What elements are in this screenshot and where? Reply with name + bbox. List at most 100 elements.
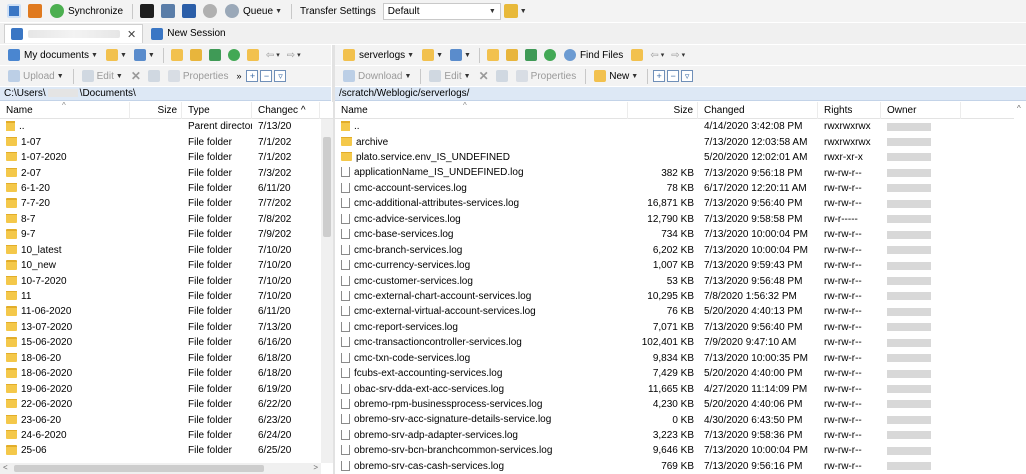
table-row[interactable]: cmc-transactioncontroller-services.log 10…: [335, 335, 1026, 350]
right-unselect-button[interactable]: −: [667, 70, 680, 82]
scroll-left-icon[interactable]: <: [3, 463, 8, 472]
table-row[interactable]: cmc-currency-services.log 1,007 KB 7/13/20…: [335, 258, 1026, 273]
table-row[interactable]: applicationName_IS_UNDEFINED.log 382 KB 7/…: [335, 165, 1026, 180]
right-col-rights[interactable]: Rights: [818, 102, 881, 119]
left-rename-button[interactable]: [145, 67, 163, 85]
table-row[interactable]: 23-06-20 File folder 6/23/20: [0, 412, 333, 427]
table-row[interactable]: .. 4/14/2020 3:42:08 PM rwxrwxrwx: [335, 119, 1026, 134]
table-row[interactable]: 18-06-2020 File folder 6/18/20: [0, 366, 333, 381]
table-row[interactable]: 25-06 File folder 6/25/20: [0, 443, 333, 458]
table-row[interactable]: cmc-customer-services.log 53 KB 7/13/2020 …: [335, 273, 1026, 288]
table-row[interactable]: obremo-srv-adp-adapter-services.log 3,223…: [335, 428, 1026, 443]
left-more-toolbar-chevron[interactable]: »: [233, 67, 244, 85]
right-col-owner[interactable]: Owner: [881, 102, 961, 119]
table-row[interactable]: 10_latest File folder 7/10/20: [0, 243, 333, 258]
table-row[interactable]: 9-7 File folder 7/9/202: [0, 227, 333, 242]
right-location-select[interactable]: serverlogs ▼: [339, 46, 418, 64]
right-rename-button[interactable]: [493, 67, 511, 85]
table-row[interactable]: obremo-srv-acc-signature-details-service…: [335, 412, 1026, 427]
left-filter-button[interactable]: ▼: [131, 46, 158, 64]
left-edit-button[interactable]: Edit ▼: [78, 67, 127, 85]
right-edit-button[interactable]: Edit ▼: [425, 67, 474, 85]
table-row[interactable]: archive 7/13/2020 12:03:58 AM rwxrwxrwx: [335, 134, 1026, 149]
right-col-size[interactable]: Size: [628, 102, 698, 119]
tab-current-session[interactable]: ✕: [4, 24, 144, 43]
right-properties-button[interactable]: Properties: [512, 67, 581, 85]
right-open-folder-button[interactable]: ▼: [419, 46, 446, 64]
table-row[interactable]: cmc-base-services.log 734 KB 7/13/2020 10:…: [335, 227, 1026, 242]
table-row[interactable]: 13-07-2020 File folder 7/13/20: [0, 320, 333, 335]
synchronize-browsing-button[interactable]: [25, 2, 45, 20]
table-row[interactable]: 10_new File folder 7/10/20: [0, 258, 333, 273]
table-row[interactable]: obremo-srv-cas-cash-services.log 769 KB 7/…: [335, 459, 1026, 474]
find-files-button[interactable]: Find Files: [560, 46, 627, 64]
table-row[interactable]: 2-07 File folder 7/3/202: [0, 165, 333, 180]
left-col-changed[interactable]: Changec ^: [252, 102, 320, 119]
left-parent-dir-button[interactable]: [168, 46, 186, 64]
table-row[interactable]: 11 File folder 7/10/20: [0, 289, 333, 304]
right-forward-button[interactable]: ⇨ ▾: [668, 46, 688, 64]
table-row[interactable]: 11-06-2020 File folder 6/11/20: [0, 304, 333, 319]
scroll-up-icon[interactable]: ^: [1017, 104, 1021, 113]
left-home-button[interactable]: [206, 46, 224, 64]
table-row[interactable]: plato.service.env_IS_UNDEFINED 5/20/2020 …: [335, 150, 1026, 165]
table-row[interactable]: 24-6-2020 File folder 6/24/20: [0, 428, 333, 443]
right-refresh-button[interactable]: [541, 46, 559, 64]
right-path-bar[interactable]: /scratch/Weblogic/serverlogs/: [335, 87, 1026, 101]
table-row[interactable]: cmc-advice-services.log 12,790 KB 7/13/202…: [335, 212, 1026, 227]
upload-button[interactable]: Upload ▼: [4, 67, 68, 85]
left-path-bar[interactable]: C:\Users\ \Documents\: [0, 87, 331, 101]
right-back-button[interactable]: ⇦ ▾: [647, 46, 667, 64]
table-row[interactable]: 19-06-2020 File folder 6/19/20: [0, 381, 333, 396]
left-back-button[interactable]: ⇦ ▾: [263, 46, 283, 64]
right-tree-button[interactable]: [628, 46, 646, 64]
left-properties-button[interactable]: Properties: [164, 67, 233, 85]
table-row[interactable]: cmc-external-chart-account-services.log 1…: [335, 289, 1026, 304]
table-row[interactable]: cmc-txn-code-services.log 9,834 KB 7/13/20…: [335, 351, 1026, 366]
right-vertical-scrollbar[interactable]: ^: [1014, 102, 1026, 474]
right-home-button[interactable]: [522, 46, 540, 64]
compare-directories-button[interactable]: [4, 2, 24, 20]
table-row[interactable]: fcubs-ext-accounting-services.log 7,429 K…: [335, 366, 1026, 381]
table-row[interactable]: cmc-branch-services.log 6,202 KB 7/13/2020…: [335, 243, 1026, 258]
table-row[interactable]: cmc-report-services.log 7,071 KB 7/13/2020…: [335, 320, 1026, 335]
left-horizontal-scrollbar[interactable]: < >: [0, 463, 321, 474]
left-root-dir-button[interactable]: [187, 46, 205, 64]
new-button[interactable]: New ▼: [590, 67, 642, 85]
right-select-all-button[interactable]: +: [653, 70, 666, 82]
right-col-name[interactable]: Name: [335, 102, 628, 119]
left-location-select[interactable]: My documents ▼: [4, 46, 102, 64]
scroll-thumb[interactable]: [323, 137, 331, 237]
transfer-settings-select[interactable]: Default ▼: [382, 2, 501, 20]
table-row[interactable]: 1-07 File folder 7/1/202: [0, 134, 333, 149]
putty-button[interactable]: [158, 2, 178, 20]
console-button[interactable]: [137, 2, 157, 20]
left-delete-button[interactable]: ✕: [128, 67, 144, 85]
table-row[interactable]: 22-06-2020 File folder 6/22/20: [0, 397, 333, 412]
left-forward-button[interactable]: ⇨ ▾: [284, 46, 304, 64]
table-row[interactable]: .. Parent directory 7/13/20: [0, 119, 333, 134]
download-button[interactable]: Download ▼: [339, 67, 415, 85]
table-row[interactable]: 6-1-20 File folder 6/11/20: [0, 181, 333, 196]
table-row[interactable]: cmc-external-virtual-account-services.lo…: [335, 304, 1026, 319]
left-tree-button[interactable]: [244, 46, 262, 64]
table-row[interactable]: cmc-additional-attributes-services.log 16…: [335, 196, 1026, 211]
scroll-right-icon[interactable]: >: [313, 463, 318, 472]
left-refresh-button[interactable]: [225, 46, 243, 64]
left-unselect-button[interactable]: −: [260, 70, 273, 82]
tab-new-session[interactable]: New Session: [145, 24, 231, 43]
right-delete-button[interactable]: ✕: [476, 67, 492, 85]
right-col-changed[interactable]: Changed: [698, 102, 818, 119]
preferences-button[interactable]: [200, 2, 220, 20]
table-row[interactable]: obac-srv-dda-ext-acc-services.log 11,665 …: [335, 381, 1026, 396]
right-parent-dir-button[interactable]: [484, 46, 502, 64]
table-row[interactable]: 18-06-20 File folder 6/18/20: [0, 351, 333, 366]
table-row[interactable]: obremo-srv-bcn-branchcommon-services.log…: [335, 443, 1026, 458]
transfer-options-button[interactable]: ▼: [501, 2, 530, 20]
table-row[interactable]: obremo-rpm-businessprocess-services.log 4…: [335, 397, 1026, 412]
table-row[interactable]: 10-7-2020 File folder 7/10/20: [0, 273, 333, 288]
left-col-size[interactable]: Size: [130, 102, 182, 119]
table-row[interactable]: 15-06-2020 File folder 6/16/20: [0, 335, 333, 350]
table-row[interactable]: 8-7 File folder 7/8/202: [0, 212, 333, 227]
left-open-folder-button[interactable]: ▼: [103, 46, 130, 64]
